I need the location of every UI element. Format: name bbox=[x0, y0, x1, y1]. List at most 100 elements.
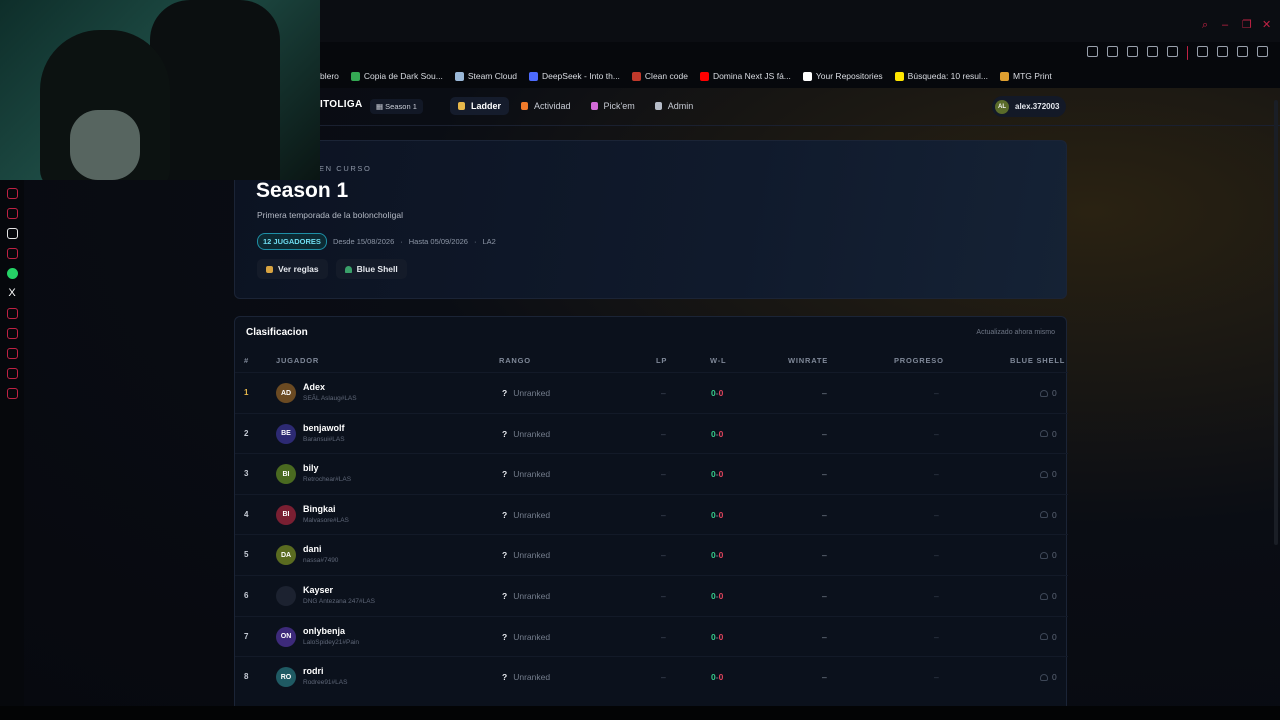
tier-label: Unranked bbox=[513, 591, 551, 601]
wl-cell: 0-0 bbox=[711, 550, 723, 560]
shell-icon bbox=[1040, 551, 1048, 559]
winrate-value: – bbox=[822, 631, 827, 642]
bookmark-item[interactable]: Búsqueda: 10 resul... bbox=[894, 71, 988, 81]
blue-shell-button[interactable]: Blue Shell bbox=[335, 259, 407, 279]
tier-label: Unranked bbox=[513, 428, 551, 439]
extensions-icon[interactable] bbox=[1197, 46, 1208, 57]
nav-link-ladder[interactable]: Ladder bbox=[450, 97, 510, 115]
blue-shell-cell: 0 bbox=[1040, 388, 1057, 398]
row-rank: 1 bbox=[244, 388, 249, 397]
account-icon[interactable] bbox=[1217, 46, 1228, 57]
download-icon[interactable] bbox=[1237, 46, 1248, 57]
menu-icon[interactable] bbox=[1257, 46, 1268, 57]
target-icon bbox=[590, 102, 598, 110]
table-row[interactable]: 5 DA dani nassa#7490? Unranked – 0-0 – – 0 bbox=[235, 534, 1068, 574]
avatar bbox=[276, 586, 296, 606]
bookmark-favicon-icon bbox=[699, 71, 709, 81]
chatgpt-icon[interactable] bbox=[6, 228, 18, 239]
sidebar-app-icon[interactable] bbox=[6, 188, 18, 199]
bookmark-label: Steam Cloud bbox=[467, 71, 517, 81]
table-row[interactable]: 1 AD Adex SEÃL Aslaug#LAS? Unranked – 0-0 – – 0 bbox=[235, 372, 1068, 412]
avatar: BI bbox=[276, 504, 296, 525]
bookmark-icon[interactable] bbox=[1087, 46, 1098, 57]
tier-cell: ? Unranked bbox=[502, 429, 550, 439]
browser-toolbar bbox=[1087, 46, 1268, 60]
sidebar-circle-icon[interactable] bbox=[6, 308, 18, 319]
toolbar-separator bbox=[1187, 46, 1188, 60]
unranked-icon: ? bbox=[502, 509, 508, 520]
bookmark-item[interactable]: Copia de Dark Sou... bbox=[350, 71, 443, 81]
winrate-value: – bbox=[822, 469, 827, 480]
column-player[interactable]: JUGADOR bbox=[276, 356, 319, 365]
close-icon[interactable]: ✕ bbox=[1262, 20, 1272, 31]
bookmark-item[interactable]: blero bbox=[320, 71, 339, 81]
unranked-icon: ? bbox=[502, 428, 508, 439]
tier-label: Unranked bbox=[513, 631, 551, 642]
player-name[interactable]: bily bbox=[303, 463, 319, 473]
sidebar-mail-icon[interactable] bbox=[6, 208, 18, 219]
losses-value: 0 bbox=[718, 428, 724, 439]
avatar: ON bbox=[276, 626, 296, 647]
bookmark-item[interactable]: DeepSeek - Into th... bbox=[528, 71, 620, 81]
rules-button[interactable]: Ver reglas bbox=[257, 259, 328, 279]
minimize-icon[interactable]: – bbox=[1222, 20, 1232, 31]
nav-link-actividad[interactable]: Actividad bbox=[513, 97, 579, 115]
row-rank: 4 bbox=[244, 509, 249, 519]
play-icon[interactable] bbox=[1147, 46, 1158, 57]
settings-icon[interactable] bbox=[6, 388, 18, 399]
restore-icon[interactable]: ❐ bbox=[1242, 20, 1252, 31]
sidebar-percent-icon[interactable] bbox=[6, 248, 18, 259]
bookmark-favicon-icon bbox=[454, 71, 464, 81]
table-row[interactable]: 3 BI bily Retrochear#LAS? Unranked – 0-0 – – 0 bbox=[235, 453, 1068, 493]
bookmark-item[interactable]: Your Repositories bbox=[802, 71, 883, 81]
player-name[interactable]: Adex bbox=[303, 382, 325, 392]
table-row[interactable]: 6 Kayser DNG Antezana 247#LAS? Unranked – 0-0… bbox=[235, 575, 1068, 615]
table-row[interactable]: 8 RO rodri Rodree91#LAS? Unranked – 0-0 – – 0 bbox=[235, 656, 1068, 696]
user-menu[interactable]: AL alex.372003 bbox=[992, 96, 1066, 117]
extensions-rail-icon[interactable] bbox=[6, 368, 18, 379]
lp-value: – bbox=[661, 428, 666, 439]
column-blue-shell[interactable]: BLUE SHELL bbox=[1010, 356, 1065, 365]
bookmark-favicon-icon bbox=[528, 71, 538, 81]
column-wl[interactable]: W-L bbox=[710, 356, 726, 365]
pocket-icon[interactable] bbox=[1127, 46, 1138, 57]
lp-value: – bbox=[661, 469, 666, 480]
heart-icon[interactable] bbox=[1167, 46, 1178, 57]
wl-cell: 0-0 bbox=[711, 388, 723, 398]
losses-value: 0 bbox=[718, 591, 724, 601]
bookmark-item[interactable]: Clean code bbox=[631, 71, 688, 81]
nav-link-admin[interactable]: Admin bbox=[647, 97, 702, 115]
downloads-icon[interactable] bbox=[6, 348, 18, 359]
brand-logo[interactable]: ITOLIGA bbox=[320, 99, 362, 110]
table-row[interactable]: 7 ON onlybenja LaloSpidey21#Pain? Unranked – 0… bbox=[235, 615, 1068, 656]
column-tier[interactable]: RANGO bbox=[499, 356, 531, 365]
column-lp[interactable]: LP bbox=[656, 356, 667, 365]
season-meta: 12 JUGADORES Desde 15/08/2026 · Hasta 05… bbox=[257, 233, 496, 250]
table-row[interactable]: 2 BE benjawolf Baransui#LAS? Unranked – 0-0 – – 0 bbox=[235, 412, 1068, 453]
scrollbar[interactable] bbox=[1274, 100, 1278, 545]
player-name[interactable]: Bingkai bbox=[303, 504, 336, 514]
table-row[interactable]: 4 BI Bingkai Malvasore#LAS? Unranked – 0-0 – – 0 bbox=[235, 493, 1068, 534]
bookmark-item[interactable]: MTG Print bbox=[1000, 71, 1052, 81]
whatsapp-icon[interactable] bbox=[6, 268, 18, 279]
player-name[interactable]: rodri bbox=[303, 666, 324, 676]
x-icon[interactable]: X bbox=[7, 288, 18, 299]
screenshot-icon[interactable] bbox=[1107, 46, 1118, 57]
bookmark-item[interactable]: Domina Next JS fá... bbox=[699, 71, 791, 81]
nav-link-pickem[interactable]: Pick'em bbox=[583, 97, 643, 115]
tier-cell: ? Unranked bbox=[502, 550, 550, 560]
search-icon[interactable]: ⌕ bbox=[1202, 20, 1212, 31]
player-name[interactable]: dani bbox=[303, 544, 322, 554]
player-name[interactable]: Kayser bbox=[303, 585, 333, 595]
wl-cell: 0-0 bbox=[711, 469, 723, 479]
player-name[interactable]: benjawolf bbox=[303, 423, 345, 433]
blue-shell-count: 0 bbox=[1052, 469, 1057, 480]
season-selector[interactable]: ▦ Season 1 bbox=[370, 99, 423, 114]
history-icon[interactable] bbox=[6, 328, 18, 339]
shell-icon bbox=[1040, 592, 1048, 600]
column-winrate[interactable]: WINRATE bbox=[788, 356, 828, 365]
column-progress[interactable]: PROGRESO bbox=[894, 356, 944, 365]
bookmark-item[interactable]: Steam Cloud bbox=[454, 71, 517, 81]
column-rank[interactable]: # bbox=[244, 356, 249, 365]
player-name[interactable]: onlybenja bbox=[303, 626, 345, 636]
